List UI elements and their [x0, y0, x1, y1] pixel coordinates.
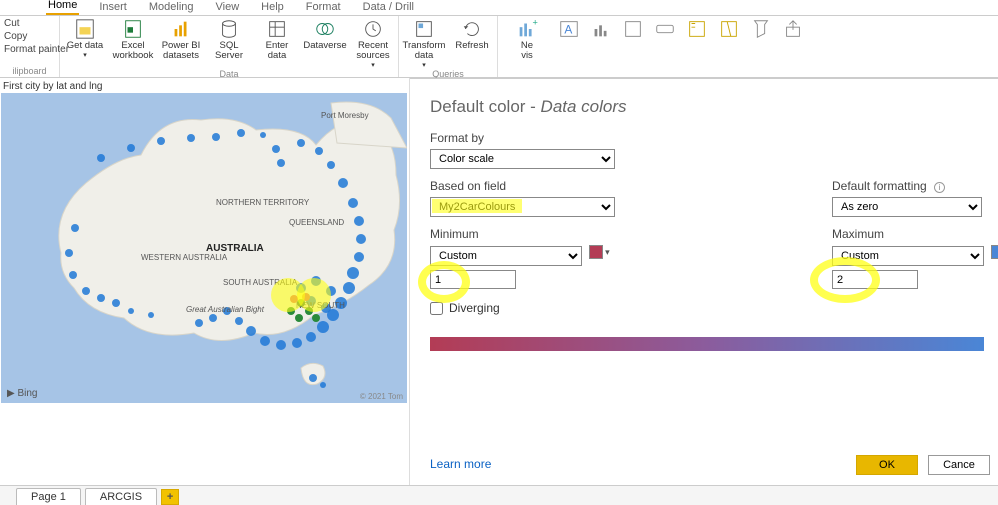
add-page-button[interactable]: +	[161, 489, 179, 505]
page-tab-arcgis[interactable]: ARCGIS	[85, 488, 157, 505]
diverging-checkbox[interactable]: Diverging	[430, 301, 984, 315]
sensitivity-icon[interactable]	[750, 18, 772, 40]
minimum-value-input[interactable]	[430, 270, 516, 289]
enter-data-icon	[266, 18, 288, 40]
map-copyright: © 2021 Tom	[360, 392, 403, 401]
map-label-wa: WESTERN AUSTRALIA	[141, 253, 227, 262]
gradient-preview	[430, 337, 984, 351]
maximum-color-picker[interactable]	[987, 245, 998, 259]
sql-server-button[interactable]: SQL Server	[208, 18, 250, 61]
buttons-icon[interactable]	[654, 18, 676, 40]
diverging-checkbox-input[interactable]	[430, 302, 443, 315]
excel-icon	[122, 18, 144, 40]
svg-text:+: +	[533, 18, 538, 27]
label: Recent sources	[352, 41, 394, 61]
maximum-label: Maximum	[832, 227, 998, 241]
map-label-moresby: Port Moresby	[321, 111, 369, 120]
clipboard-label: ilipboard	[4, 66, 55, 76]
label: Transform data	[403, 41, 446, 61]
label: Excel workbook	[112, 41, 154, 61]
transform-data-button[interactable]: Transform data▾	[403, 18, 445, 69]
map-label-bight: Great Australian Bight	[186, 305, 264, 314]
tab-data-drill[interactable]: Data / Drill	[361, 1, 416, 15]
more-visuals-icon[interactable]	[590, 18, 612, 40]
tab-home[interactable]: Home	[46, 0, 79, 15]
maximum-mode-select[interactable]: Custom	[832, 246, 984, 266]
pbi-icon	[170, 18, 192, 40]
ok-button[interactable]: OK	[856, 455, 918, 475]
format-by-label: Format by	[430, 131, 984, 145]
tab-insert[interactable]: Insert	[97, 1, 129, 15]
sql-icon	[218, 18, 240, 40]
panel-title: Default color - Data colors	[430, 97, 984, 117]
dataverse-icon	[314, 18, 336, 40]
format-by-select[interactable]: Color scale	[430, 149, 615, 169]
label: Dataverse	[303, 41, 346, 51]
recent-sources-button[interactable]: Recent sources▾	[352, 18, 394, 69]
excel-button[interactable]: Excel workbook	[112, 18, 154, 61]
quick-measure-icon[interactable]	[718, 18, 740, 40]
powerbi-datasets-button[interactable]: Power BI datasets	[160, 18, 202, 61]
minimum-mode-select[interactable]: Custom	[430, 246, 582, 266]
color-swatch	[589, 245, 603, 259]
refresh-icon	[461, 18, 483, 40]
get-data-button[interactable]: Get data▾	[64, 18, 106, 59]
tab-format[interactable]: Format	[304, 1, 343, 15]
transform-icon	[413, 18, 435, 40]
cancel-button[interactable]: Cance	[928, 455, 990, 475]
get-data-icon	[74, 18, 96, 40]
maximum-value-input[interactable]	[832, 270, 918, 289]
minimum-label: Minimum	[430, 227, 832, 241]
conditional-format-panel: Default color - Data colors Format by Co…	[410, 78, 998, 485]
shapes-icon[interactable]	[622, 18, 644, 40]
map-visual[interactable]: AUSTRALIA WESTERN AUSTRALIA NORTHERN TER…	[1, 93, 407, 403]
recent-icon	[362, 18, 384, 40]
tab-help[interactable]: Help	[259, 1, 286, 15]
label: SQL Server	[208, 41, 250, 61]
new-visual-icon: +	[516, 18, 538, 40]
default-formatting-label: Default formatting i	[832, 179, 998, 193]
highlight-annotation	[297, 278, 331, 312]
label: Enter data	[256, 41, 298, 61]
learn-more-link[interactable]: Learn more	[430, 457, 491, 471]
page-tab-1[interactable]: Page 1	[16, 488, 81, 505]
publish-icon[interactable]	[782, 18, 804, 40]
default-formatting-select[interactable]: As zero	[832, 197, 982, 217]
info-icon[interactable]: i	[934, 182, 945, 193]
color-swatch	[991, 245, 998, 259]
measure-icon[interactable]	[686, 18, 708, 40]
bing-logo: ▶ Bing	[7, 388, 37, 399]
tab-modeling[interactable]: Modeling	[147, 1, 196, 15]
enter-data-button[interactable]: Enter data	[256, 18, 298, 61]
new-visual-button[interactable]: + Ne vis	[506, 18, 548, 61]
label: Refresh	[455, 41, 488, 51]
label: Get data	[67, 41, 103, 51]
based-on-field-label: Based on field	[430, 179, 832, 193]
label: Ne vis	[521, 41, 533, 61]
minimum-color-picker[interactable]: ▾	[585, 245, 610, 259]
map-label-qld: QUEENSLAND	[289, 218, 344, 227]
refresh-button[interactable]: Refresh	[451, 18, 493, 51]
visual-title: First city by lat and lng	[0, 78, 409, 92]
map-label-nt: NORTHERN TERRITORY	[216, 198, 309, 207]
tab-view[interactable]: View	[214, 1, 242, 15]
diverging-label: Diverging	[449, 301, 500, 315]
text-box-icon[interactable]: A	[558, 18, 580, 40]
svg-text:A: A	[564, 23, 572, 37]
label: Power BI datasets	[160, 41, 202, 61]
based-on-field-select[interactable]: My2CarColours	[430, 197, 615, 217]
dataverse-button[interactable]: Dataverse	[304, 18, 346, 51]
